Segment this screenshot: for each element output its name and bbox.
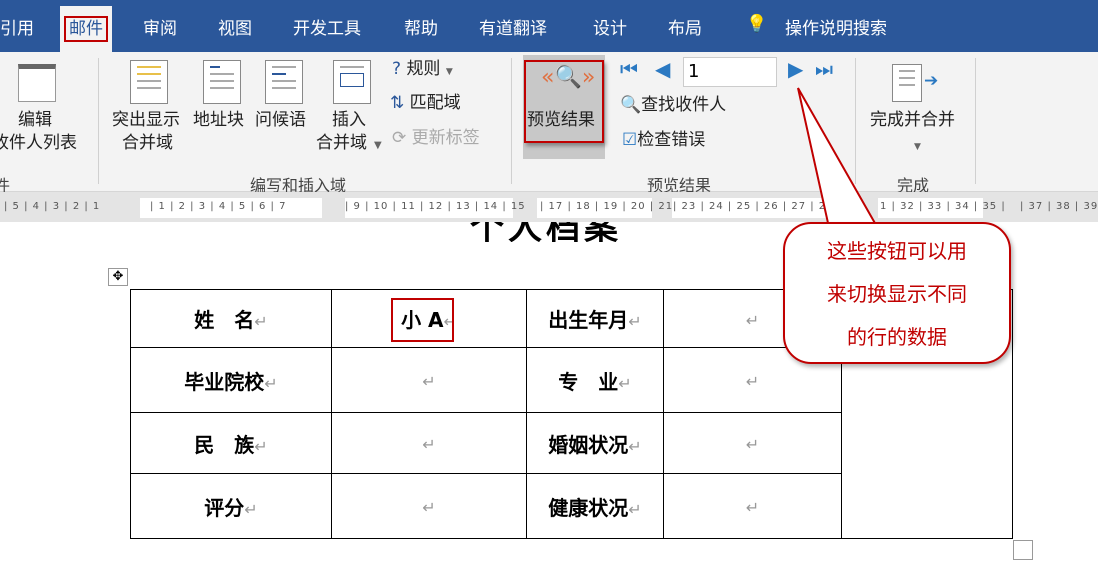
callout-annotation: 这些按钮可以用 来切换显示不同 的行的数据 <box>783 222 1011 364</box>
callout-line: 的行的数据 <box>847 325 947 349</box>
callout-line: 这些按钮可以用 <box>827 239 967 263</box>
callout-line: 来切换显示不同 <box>827 282 967 306</box>
callout-join <box>822 224 882 230</box>
